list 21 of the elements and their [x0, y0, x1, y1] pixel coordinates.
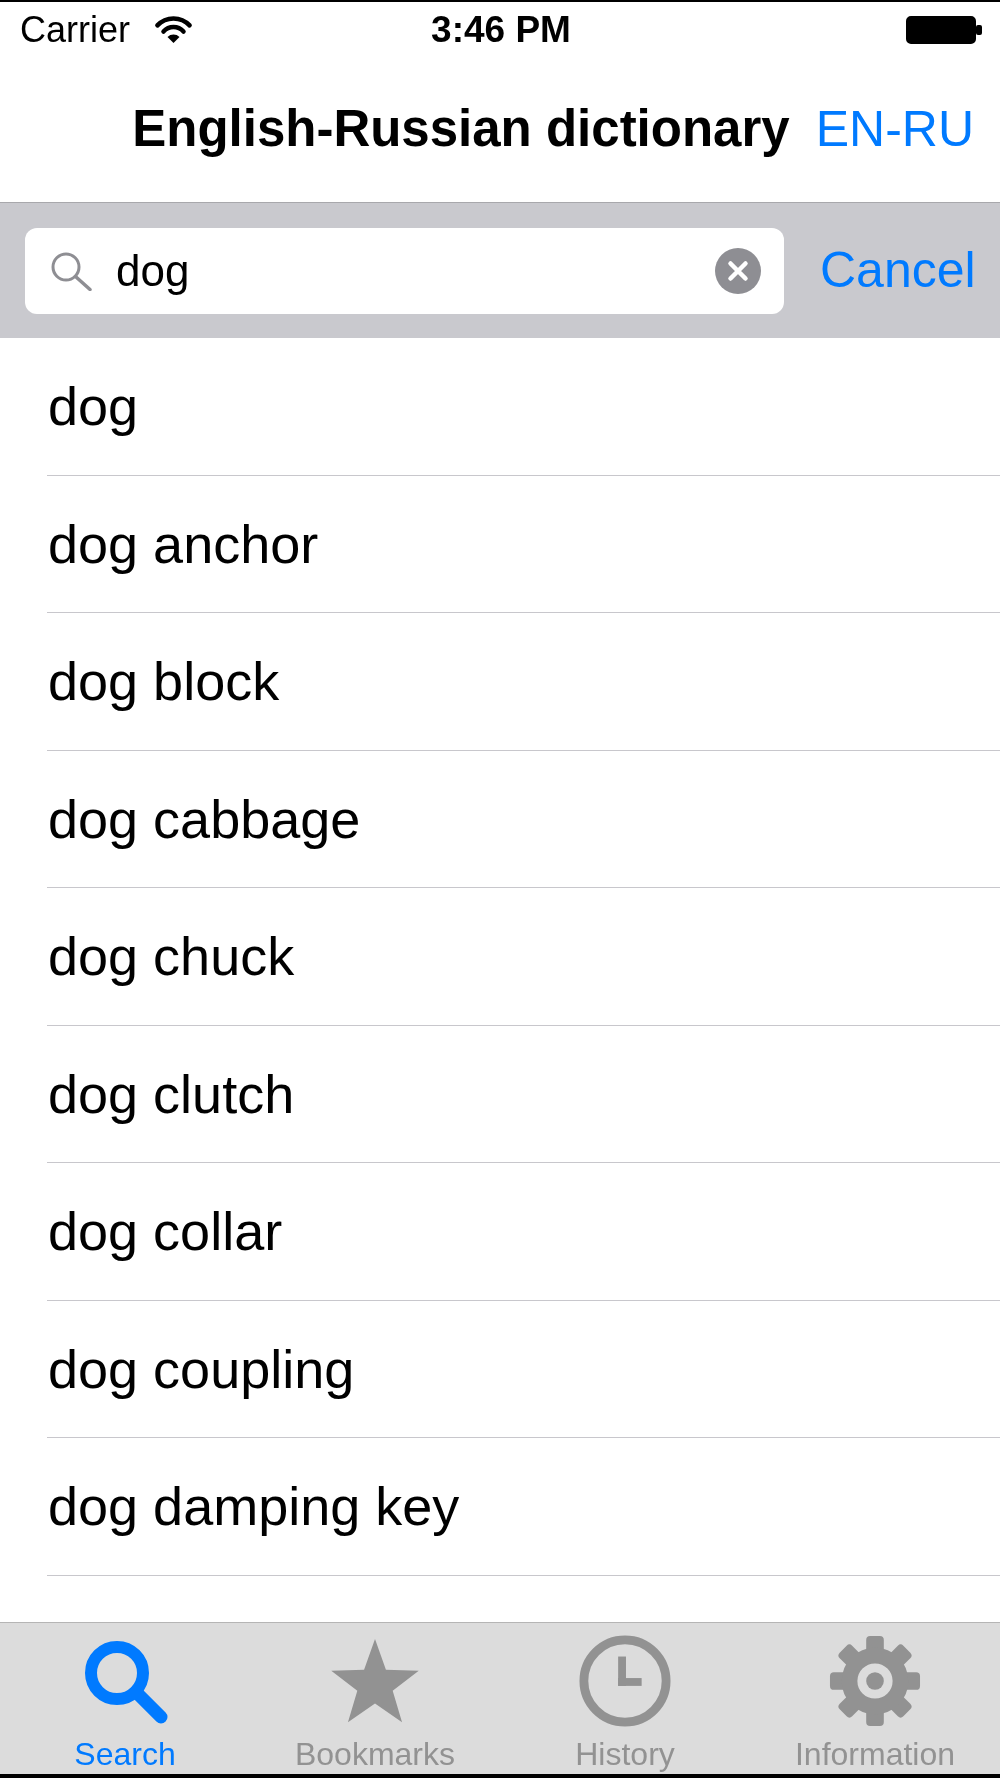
language-button[interactable]: EN-RU [815, 102, 974, 157]
status-time: 3:46 PM [431, 11, 571, 48]
list-item[interactable]: dog [47, 338, 1000, 476]
carrier-name: Carrier [20, 11, 130, 48]
search-icon [50, 250, 92, 291]
search-input[interactable]: dog [116, 245, 691, 296]
search-field[interactable]: dog [25, 227, 784, 314]
nav-title: English-Russian dictionary [132, 101, 790, 158]
clear-icon[interactable] [715, 247, 761, 294]
list-item[interactable]: dog coupling [47, 1300, 1000, 1438]
wifi-icon [154, 15, 193, 44]
list-item[interactable]: dog damping key [47, 1438, 1000, 1576]
list-item[interactable]: dog clutch [47, 1025, 1000, 1163]
list-item[interactable]: dog anchor [47, 475, 1000, 613]
list-item[interactable]: dog block [47, 613, 1000, 751]
list-item[interactable]: dog collar [47, 1163, 1000, 1301]
battery-icon [906, 15, 982, 44]
gear-icon [829, 1635, 921, 1727]
list-item[interactable]: dog cabbage [47, 750, 1000, 888]
list-item[interactable]: dog chuck [47, 888, 1000, 1026]
clock-icon [579, 1635, 671, 1727]
